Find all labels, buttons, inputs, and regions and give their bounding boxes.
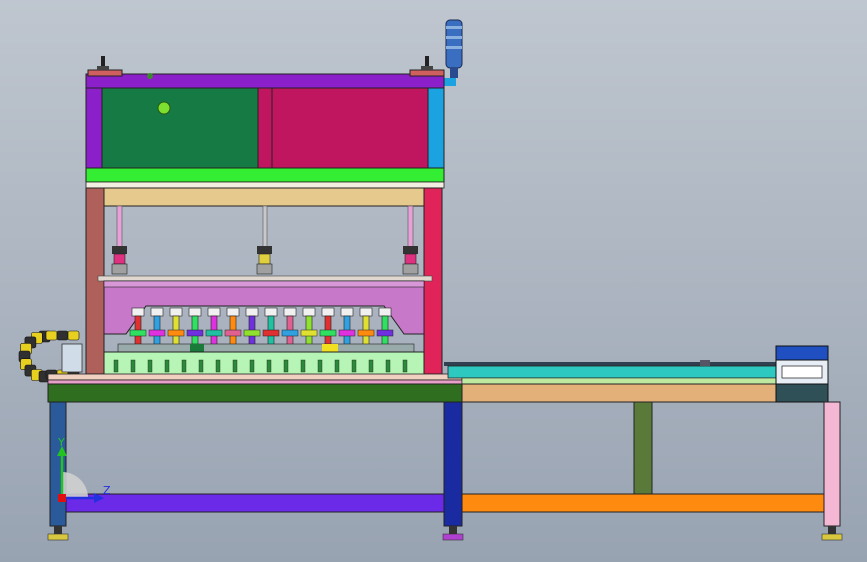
mold-pin <box>147 359 153 373</box>
punch-clamp <box>224 329 242 337</box>
mold-pin <box>215 359 221 373</box>
leveling-feet <box>47 526 843 541</box>
left-leg <box>49 401 67 527</box>
top-press-frame <box>85 56 445 169</box>
mold-pin <box>334 359 340 373</box>
mold-pin <box>266 359 272 373</box>
indicator-lamp <box>157 101 171 115</box>
mold-pin <box>164 359 170 373</box>
block <box>190 344 204 352</box>
chain-link <box>67 330 80 341</box>
punch-head <box>226 307 240 317</box>
punch-clamp <box>205 329 223 337</box>
punch-head <box>188 307 202 317</box>
punch-clamp <box>376 329 394 337</box>
punch-clamp <box>338 329 356 337</box>
punch-head <box>264 307 278 317</box>
crimson-panel <box>271 87 429 169</box>
punch-head <box>150 307 164 317</box>
punch-clamp <box>262 329 280 337</box>
punch-head <box>283 307 297 317</box>
green-panel <box>101 87 259 169</box>
cad-viewport[interactable]: Y Z <box>0 0 867 562</box>
punch-head <box>245 307 259 317</box>
punch-clamp <box>167 329 185 337</box>
mold-pin <box>385 359 391 373</box>
mold-pin <box>249 359 255 373</box>
mold-pin <box>130 359 136 373</box>
tower-light <box>444 19 463 86</box>
punch-head <box>321 307 335 317</box>
punch-head <box>169 307 183 317</box>
machine-bed <box>47 383 463 403</box>
lime-beam <box>85 167 445 183</box>
punch-head <box>302 307 316 317</box>
guide-rods <box>97 205 433 282</box>
mold-pin <box>181 359 187 373</box>
conveyor <box>444 345 829 403</box>
mold-pin <box>317 359 323 373</box>
mold-pin <box>283 359 289 373</box>
lower-rail-left <box>65 493 445 513</box>
punch-head <box>378 307 392 317</box>
block <box>322 344 338 352</box>
punch-row <box>117 307 415 353</box>
mold-pin <box>300 359 306 373</box>
mold-pin <box>351 359 357 373</box>
tan-beam <box>103 187 425 207</box>
mold-pin <box>198 359 204 373</box>
y-axis-label: Y <box>57 436 65 449</box>
mold-pin <box>232 359 238 373</box>
z-axis-label: Z <box>103 484 111 497</box>
mold-pin <box>402 359 408 373</box>
punch-head <box>340 307 354 317</box>
lower-rail-right <box>461 493 825 513</box>
press-plate <box>103 280 425 335</box>
punch-clamp <box>300 329 318 337</box>
punch-clamp <box>186 329 204 337</box>
chain-link <box>56 330 69 341</box>
middle-leg <box>443 401 463 527</box>
punch-head <box>359 307 373 317</box>
punch-head <box>131 307 145 317</box>
stripper-plate <box>117 343 415 353</box>
punch-clamp <box>129 329 147 337</box>
punch-clamp <box>243 329 261 337</box>
right-leg <box>823 401 841 527</box>
end-unit <box>775 345 829 361</box>
mold-pin <box>113 359 119 373</box>
punch-clamp <box>319 329 337 337</box>
mold-pin <box>368 359 374 373</box>
punch-clamp <box>148 329 166 337</box>
chain-link <box>45 330 58 341</box>
punch-clamp <box>281 329 299 337</box>
punch-clamp <box>357 329 375 337</box>
conveyor-leg <box>633 401 653 495</box>
punch-head <box>207 307 221 317</box>
